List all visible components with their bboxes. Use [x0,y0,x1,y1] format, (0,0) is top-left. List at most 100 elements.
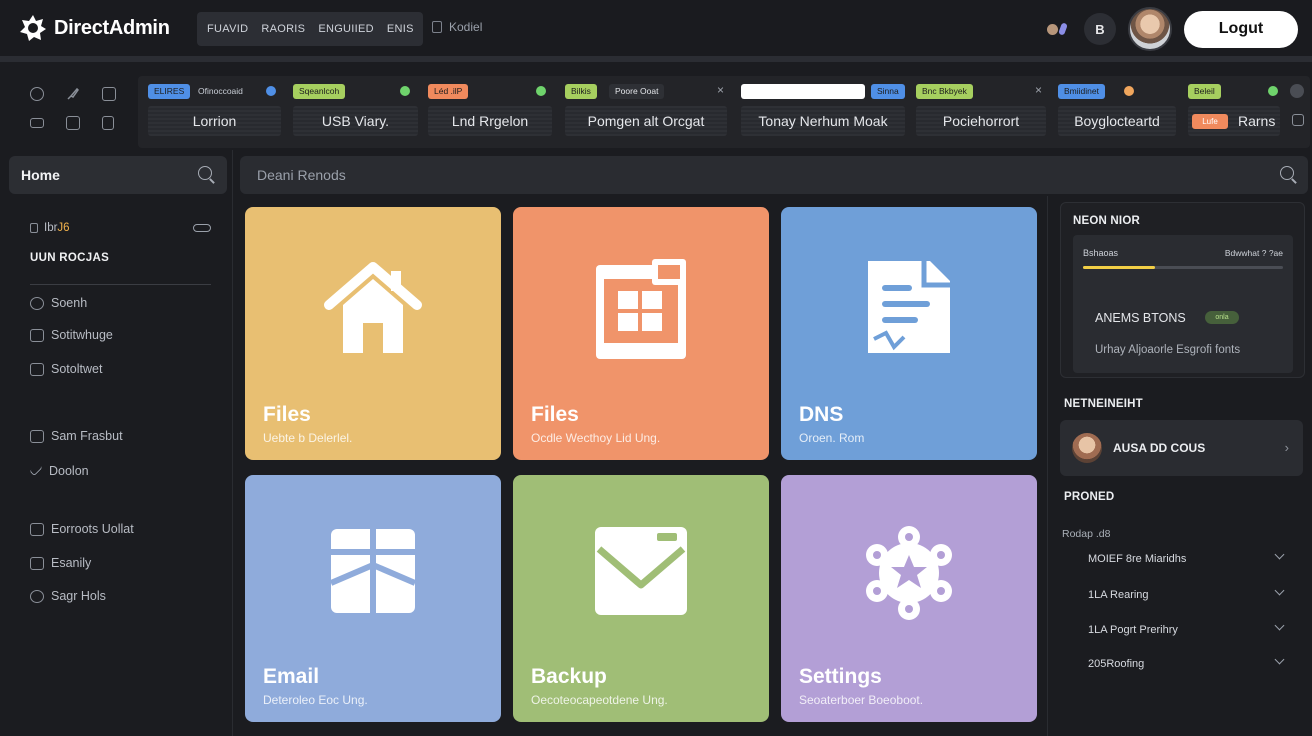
list-item[interactable]: 1LA Pogrt Prerihry [1088,620,1285,636]
account-card[interactable]: AUSA DD COUS › [1060,420,1303,476]
toolbar-tile[interactable]: Sqeanlcoh USB Viary. [293,82,418,140]
card-files[interactable]: Files Ocdle Wecthoy Lid Ung. [513,207,769,460]
close-icon[interactable]: × [1035,83,1042,97]
chevron-down-icon[interactable] [1274,585,1285,596]
top-nav: FUAVID RAORIS ENGUIIED ENIS [197,12,423,46]
top-nav-extra[interactable]: Kodiel [432,20,482,34]
expand-icon[interactable] [1292,114,1304,126]
profile-initial-button[interactable]: B [1084,13,1116,45]
avatar[interactable] [1128,7,1172,51]
sidebar-user-name: Ibr [44,222,58,234]
sidebar-item[interactable]: Sam Frasbut [30,429,123,443]
toolbar-tile[interactable]: Sinna Tonay Nerhum Moak [741,82,905,140]
status-indicator-icon[interactable] [1047,22,1068,36]
tile-label: Pomgen alt Orcgat [565,106,727,136]
file-icon [432,21,442,33]
sidebar-item-label: Sagr Hols [51,589,106,603]
status-label: ANEMS BTONS [1095,311,1186,325]
globe-icon [30,296,44,310]
sidebar-item-label: Eorroots Uollat [51,522,134,536]
card-title: DNS [799,403,844,426]
card-title: Settings [799,665,882,688]
chevron-down-icon[interactable] [1274,654,1285,665]
tile-tag: Bmiidinet [1058,84,1105,99]
card-dns[interactable]: DNS Oroen. Rom [781,207,1037,460]
database-icon [30,429,44,443]
tile-tag: Sqeanlcoh [293,84,346,99]
window-icon [596,259,686,359]
tile-label: Lorrion [148,106,281,136]
account-name: AUSA DD COUS [1113,441,1206,455]
list-item[interactable]: 1LA Rearing [1088,585,1285,601]
list-item[interactable]: MOIEF 8re Miaridhs [1088,549,1285,565]
globe-icon[interactable] [30,87,44,101]
top-nav-item[interactable]: ENGUIIED [318,23,374,35]
sidebar-panel-icon[interactable] [102,116,114,130]
search-icon[interactable] [198,166,216,184]
sidebar-item[interactable]: Eorroots Uollat [30,522,134,536]
card-title: Email [263,665,320,688]
tile-input-bar[interactable] [741,84,865,99]
top-nav-extra-label: Kodiel [449,20,483,34]
settings-icon [30,589,44,603]
close-icon[interactable]: × [717,83,724,97]
tile-tag: Sinna [871,84,905,99]
avatar [1072,433,1102,463]
toolbar-strip: ELIRES Ofinoccoaid Lorrion Sqeanlcoh USB… [138,76,1310,148]
toolbar-tile[interactable]: Bnc Bkbyek × Pociehorrort [916,82,1046,140]
sidebar-user[interactable]: IbrJ6 [30,222,70,234]
top-nav-item[interactable]: ENIS [387,23,414,35]
tile-tag: Beleil [1188,84,1221,99]
database-icon [30,362,44,376]
list-item-label: 1LA Pogrt Prerihry [1088,624,1178,636]
tile-body: Lufe Rarns [1188,106,1280,136]
document-icon [868,261,950,353]
toolbar-tile[interactable]: Léd .ilP Lnd Rrgelon [428,82,552,140]
sidebar-item-label: Sam Frasbut [51,429,123,443]
tile-label: Boyglocteartd [1058,106,1176,136]
sidebar-search[interactable]: Home [9,156,227,194]
sidebar-item[interactable]: Esanily [30,556,91,570]
sidebar-item[interactable]: Soenh [30,296,87,310]
toolbar-tile[interactable]: Bilkis Poore Ooat × Pomgen alt Orcgat [565,82,727,140]
chevron-down-icon[interactable] [1274,620,1285,631]
more-icon[interactable] [1290,84,1304,98]
toolbar-tile[interactable]: ELIRES Ofinoccoaid Lorrion [148,82,281,140]
card-files[interactable]: Files Uebte b Delerlel. [245,207,501,460]
card-email[interactable]: Email Deteroleo Eoc Ung. [245,475,501,722]
logout-button[interactable]: Logut [1184,10,1298,48]
card-settings[interactable]: Settings Seoaterboer Boeoboot. [781,475,1037,722]
sidebar-item-label: Soenh [51,296,88,310]
image-icon[interactable] [102,87,116,101]
sidebar-item-label: Sotitwhuge [51,328,113,342]
check-icon [29,462,43,476]
keyboard-icon[interactable] [30,118,44,128]
tile-tag: Ofinoccoaid [198,86,243,96]
sidebar-item[interactable]: Sotitwhuge [30,328,113,342]
toolbar-tile[interactable]: Bmiidinet Boyglocteartd [1058,82,1176,140]
main-search-placeholder: Deani Renods [257,167,346,183]
main-search[interactable]: Deani Renods [240,156,1308,194]
card-backup[interactable]: Backup Oecoteocapeotdene Ung. [513,475,769,722]
list-item-label: MOIEF 8re Miaridhs [1088,553,1187,565]
brush-icon[interactable] [66,87,80,101]
sidebar-item[interactable]: Doolon [29,462,89,478]
directadmin-logo-icon [20,15,46,41]
card-subtitle: Seoaterboer Boeoboot. [799,693,924,707]
grid-icon[interactable] [66,116,80,130]
progress-bar [1083,266,1283,269]
status-dot-icon [1268,86,1278,96]
top-nav-item[interactable]: FUAVID [207,23,248,35]
brand[interactable]: DirectAdmin [18,12,170,44]
sidebar-item[interactable]: Sotoltwet [30,362,102,376]
envelope-open-icon [329,529,417,613]
list-item[interactable]: 205Roofing [1088,654,1285,670]
search-icon[interactable] [1280,166,1298,184]
toolbar-tile[interactable]: Beleil Lufe Rarns [1188,82,1280,140]
collapse-toggle-icon[interactable] [193,224,211,232]
top-nav-item[interactable]: RAORIS [261,23,305,35]
chevron-down-icon[interactable] [1274,549,1285,560]
database-icon [30,522,44,536]
tile-label: Lnd Rrgelon [428,106,552,136]
sidebar-item[interactable]: Sagr Hols [30,589,106,603]
